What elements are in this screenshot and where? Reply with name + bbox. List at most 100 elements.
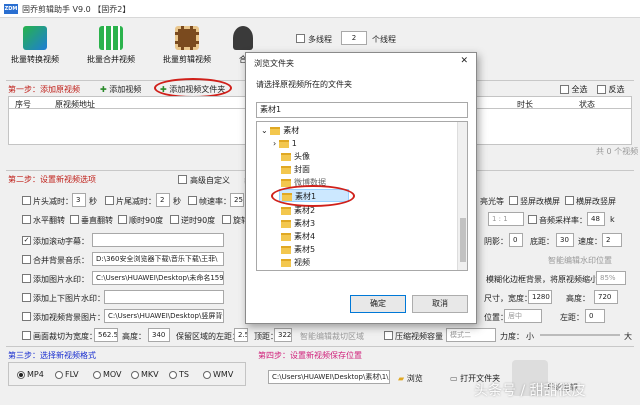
thread-count-input[interactable]: 2 (341, 31, 367, 45)
ccw90-checkbox[interactable] (170, 215, 179, 224)
keep-left-input[interactable]: 2.5 (234, 328, 248, 342)
bottom-input[interactable]: 30 (556, 233, 574, 247)
sample-rate-input[interactable]: 48 (587, 212, 605, 226)
folder-tree[interactable]: ⌄ 素材 › 1 头像 封面 微博数据 素材1 素材2 素材3 素材4 素材5 … (256, 121, 468, 271)
left-input[interactable]: 0 (585, 309, 605, 323)
blur-border-label: 模糊化边框背景，将原视频缩小到： (486, 275, 614, 284)
shadow-input[interactable]: 0 (509, 233, 523, 247)
strength-slider[interactable] (540, 334, 620, 336)
crop-width-input[interactable]: 562.5 (94, 328, 118, 342)
film-edit-icon (175, 26, 199, 50)
folder-icon (281, 165, 291, 174)
scrollbar-thumb[interactable] (460, 218, 466, 262)
position-select[interactable]: 居中 (504, 309, 542, 323)
batch-merge-label: 批量合并视频 (87, 55, 135, 64)
batch-merge-button[interactable]: 批量合并视频 (82, 20, 140, 72)
tree-item-root[interactable]: ⌄ 素材 (261, 124, 299, 137)
topbottom-watermark-checkbox[interactable] (22, 293, 31, 302)
image-watermark-checkbox[interactable] (22, 274, 31, 283)
folder-icon (281, 206, 291, 215)
horiz-to-vert-checkbox[interactable] (565, 196, 574, 205)
title-bar: ZDM 固乔剪辑助手 V9.0 【固乔2】 (0, 0, 640, 18)
format-mov[interactable]: MOV (93, 370, 122, 379)
tree-item-1[interactable]: › 1 (273, 137, 297, 150)
format-wmv-label: WMV (213, 370, 234, 379)
speed-select[interactable]: 2 (602, 233, 622, 247)
bg-image-input[interactable]: C:\Users\HUAWEI\Desktop\竖屏背景 (104, 309, 224, 323)
vflip-label: 垂直翻转 (81, 216, 113, 225)
advanced-checkbox[interactable] (178, 175, 187, 184)
step1-title: 第一步：添加原视频 (8, 85, 80, 94)
blur-scale-select[interactable]: 85% (596, 271, 626, 285)
ratio-select[interactable]: 1 : 1 (488, 212, 524, 226)
chevron-right-icon: › (273, 139, 277, 148)
merge-audio-input[interactable]: D:\360安全浏览器下载\音乐下载\王菲\ (92, 252, 224, 266)
cut-head-checkbox[interactable] (22, 196, 31, 205)
merge-audio-checkbox[interactable] (22, 255, 31, 264)
cancel-button[interactable]: 取消 (412, 295, 468, 313)
folder-icon (270, 126, 281, 135)
batch-convert-button[interactable]: 批量转换视频 (6, 20, 64, 72)
invert-button[interactable]: 反选 (597, 84, 625, 95)
height-input[interactable]: 720 (594, 290, 618, 304)
format-wmv[interactable]: WMV (203, 370, 233, 379)
tree-item-video[interactable]: 视频 (281, 256, 310, 269)
format-flv[interactable]: FLV (55, 370, 79, 379)
subtitle-input[interactable] (92, 233, 224, 247)
hflip-label: 水平翻转 (33, 216, 65, 225)
browse-button[interactable]: ▰ 浏览 (398, 373, 423, 384)
smart-watermark-button[interactable]: 智能编辑水印位置 (548, 255, 612, 266)
tree-item-4[interactable]: 素材4 (281, 230, 315, 243)
fps-checkbox[interactable] (188, 196, 197, 205)
select-all-button[interactable]: 全选 (560, 84, 588, 95)
cw90-label: 顺时90度 (129, 216, 164, 225)
users-icon (233, 26, 253, 50)
folder-path-input[interactable]: 素材1 (256, 102, 468, 118)
cw90-checkbox[interactable] (118, 215, 127, 224)
cut-tail-checkbox[interactable] (105, 196, 114, 205)
cut-head-input[interactable]: 3 (72, 193, 86, 207)
add-video-button[interactable]: ✚ 添加视频 (100, 84, 141, 95)
folder-icon (281, 258, 291, 267)
format-mkv[interactable]: MKV (131, 370, 159, 379)
ok-button[interactable]: 确定 (350, 295, 406, 313)
format-mp4[interactable]: MP4 (17, 370, 44, 379)
folder-icon: ▰ (398, 374, 405, 383)
cut-head-label: 片头减时： (33, 197, 73, 206)
top-input[interactable]: 322 (274, 328, 292, 342)
cut-tail-input[interactable]: 2 (156, 193, 170, 207)
convert-icon (23, 26, 47, 50)
folder-open-icon: ▭ (450, 374, 458, 383)
compress-mode-select[interactable]: 模式二 (446, 328, 496, 342)
vert-to-horiz-checkbox[interactable] (509, 196, 518, 205)
fps-input[interactable]: 25 (230, 193, 244, 207)
tree-item-2[interactable]: 素材2 (281, 204, 315, 217)
tree-item-5[interactable]: 素材5 (281, 243, 315, 256)
invert-label: 反选 (608, 85, 625, 94)
subtitle-checkbox[interactable]: ✓ (22, 236, 31, 245)
format-ts[interactable]: TS (169, 370, 189, 379)
save-path-input[interactable]: C:\Users\HUAWEI\Desktop\素材\1\剪辑 (268, 370, 390, 384)
smart-crop-button[interactable]: 智能编辑裁切区域 (300, 331, 364, 342)
crop-height-input[interactable]: 340 (148, 328, 170, 342)
close-icon[interactable]: ✕ (460, 56, 468, 66)
tree-item-3[interactable]: 素材3 (281, 217, 315, 230)
browse-label: 浏览 (406, 374, 423, 383)
width-input[interactable]: 1280 (528, 290, 552, 304)
vflip-checkbox[interactable] (70, 215, 79, 224)
compress-checkbox[interactable] (384, 331, 393, 340)
tree-scrollbar[interactable] (457, 122, 467, 270)
hflip-checkbox[interactable] (22, 215, 31, 224)
sample-rate-checkbox[interactable] (528, 215, 537, 224)
tree-item-cover[interactable]: 封面 (281, 163, 310, 176)
rotate-checkbox[interactable] (222, 215, 231, 224)
topbottom-watermark-input[interactable] (104, 290, 224, 304)
crop-checkbox[interactable] (22, 331, 31, 340)
multithread-checkbox[interactable] (296, 34, 305, 43)
topbottom-watermark-label: 添加上下图片水印： (33, 294, 105, 303)
batch-edit-button[interactable]: 批量剪辑视频 (158, 20, 216, 72)
bg-image-checkbox[interactable] (22, 312, 31, 321)
multithread-label: 多线程 (308, 35, 332, 44)
tree-item-avatar[interactable]: 头像 (281, 150, 310, 163)
image-watermark-input[interactable]: C:\Users\HUAWEI\Desktop\未命名15940 (92, 271, 224, 285)
